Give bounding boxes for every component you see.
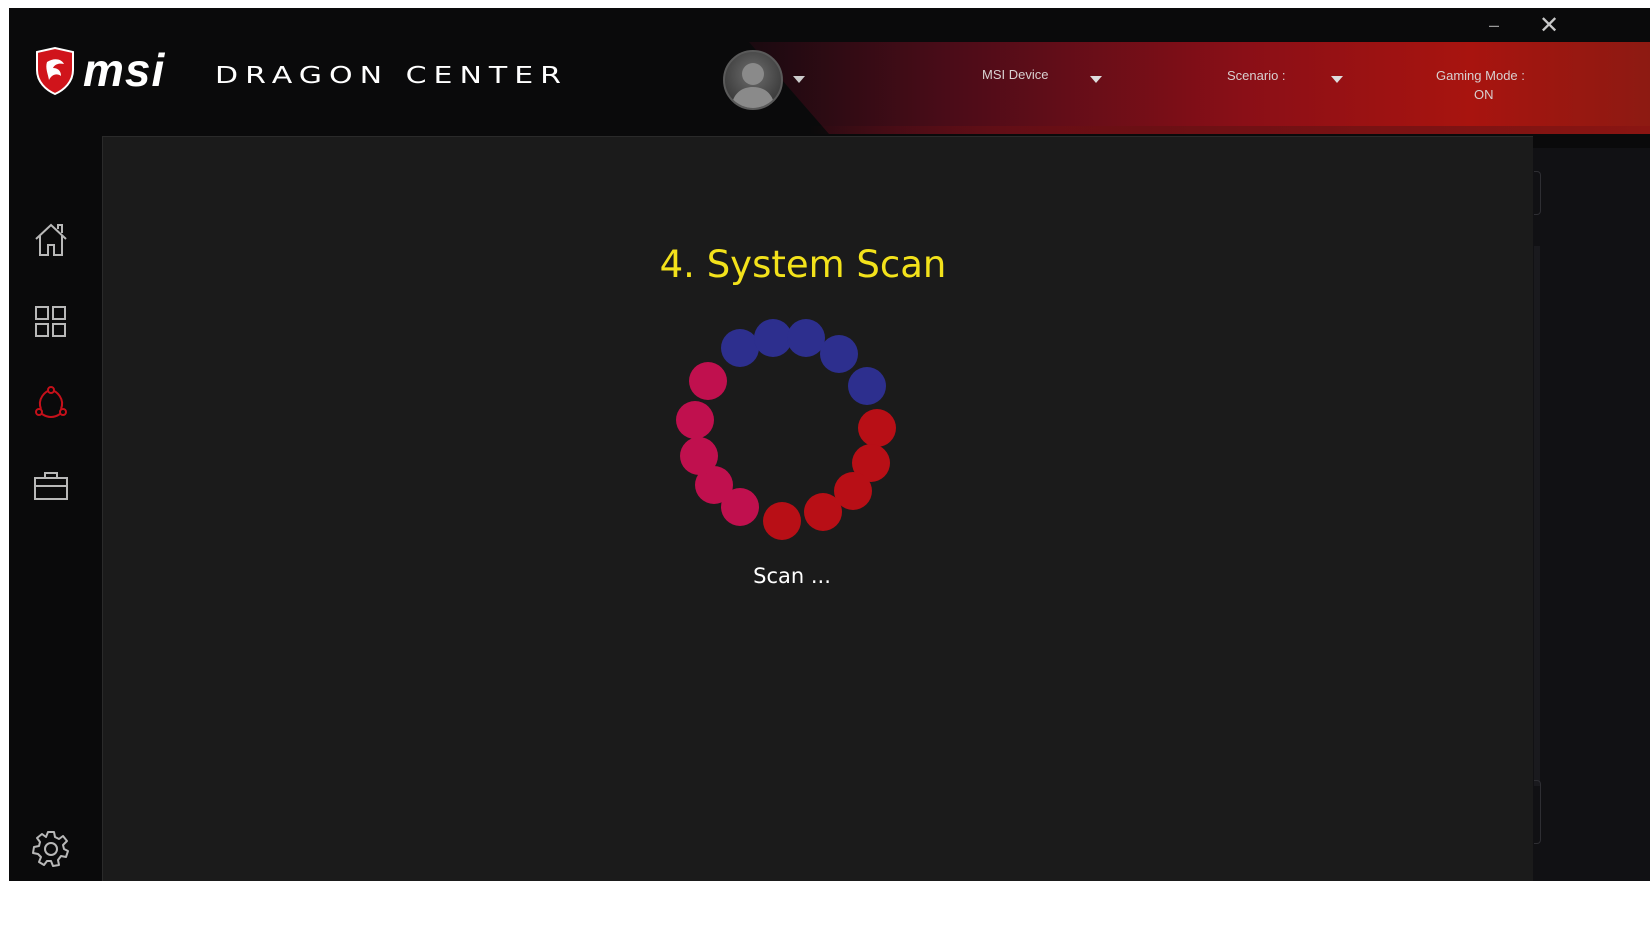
dragon-center-logo-text: DRAGON CENTER (215, 61, 569, 90)
spinner-dot (763, 502, 801, 540)
loading-spinner-icon (676, 319, 896, 540)
spinner-dot (848, 367, 886, 405)
close-button[interactable]: ✕ (1537, 14, 1561, 38)
dragon-center-window: msi DRAGON CENTER MSI Device Scenario : … (9, 8, 1650, 881)
minimize-button[interactable]: – (1483, 16, 1505, 38)
user-avatar[interactable] (723, 50, 783, 110)
scan-status-text: Scan ... (753, 564, 831, 588)
background-content-edge (1531, 148, 1650, 881)
user-silhouette-icon (731, 63, 775, 108)
spinner-dot (804, 493, 842, 531)
account-dropdown-arrow-icon[interactable] (793, 76, 805, 83)
spinner-dot (676, 401, 714, 439)
spinner-dot (680, 437, 718, 475)
spinner-dot (754, 319, 792, 357)
spinner-dot (787, 319, 825, 357)
scan-step-title: 4. System Scan (659, 243, 947, 286)
msi-dragon-shield-icon (36, 46, 74, 96)
network-icon[interactable] (31, 383, 71, 423)
spinner-dot (858, 409, 896, 447)
background-panel-edge (1534, 246, 1540, 786)
msi-device-label[interactable]: MSI Device (982, 67, 1048, 83)
home-icon[interactable] (31, 220, 71, 260)
system-scan-panel: 4. System Scan Scan ... (102, 136, 1533, 881)
background-panel-edge (1534, 780, 1541, 844)
apps-grid-icon[interactable] (31, 302, 71, 342)
header-banner (749, 42, 1650, 134)
spinner-dot (721, 329, 759, 367)
header-banner-edge (809, 126, 1650, 134)
spinner-dot (820, 335, 858, 373)
gear-icon[interactable] (31, 828, 71, 868)
gaming-mode-label[interactable]: Gaming Mode : (1436, 68, 1525, 84)
scenario-dropdown-arrow-icon[interactable] (1331, 76, 1343, 83)
msi-device-dropdown-arrow-icon[interactable] (1090, 76, 1102, 83)
toolbox-icon[interactable] (31, 466, 71, 506)
msi-logo-text: msi (83, 44, 166, 96)
gaming-mode-value: ON (1474, 87, 1494, 102)
background-panel-edge (1534, 171, 1541, 215)
scenario-label[interactable]: Scenario : (1227, 68, 1286, 84)
spinner-dot (689, 362, 727, 400)
